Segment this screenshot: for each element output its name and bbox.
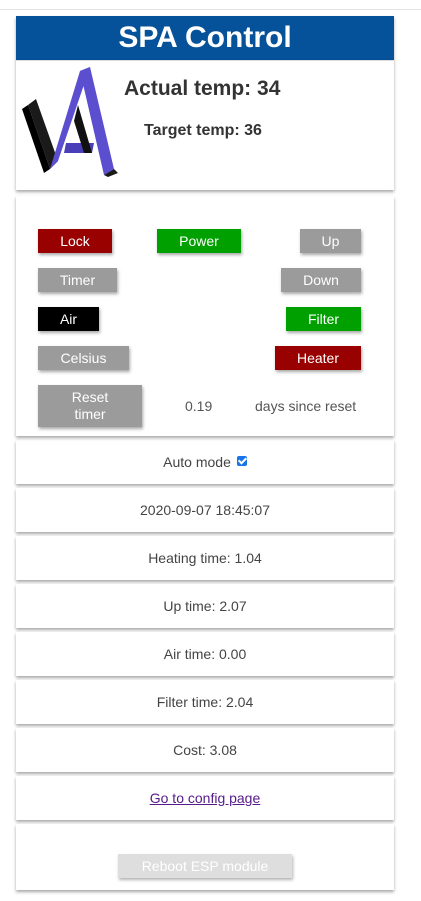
temperature-status: Actual temp: 34 Target temp: 36: [16, 60, 394, 190]
up-time-row: Up time: 2.07: [16, 584, 394, 628]
cost-text: Cost: 3.08: [173, 742, 237, 758]
config-page-link[interactable]: Go to config page: [150, 790, 261, 806]
page-title: SPA Control: [16, 16, 394, 60]
up-time-text: Up time: 2.07: [163, 598, 247, 614]
reset-days-caption: days since reset: [255, 398, 357, 414]
datetime-text: 2020-09-07 18:45:07: [140, 502, 270, 518]
auto-mode-checkbox[interactable]: [236, 456, 247, 467]
target-temp: Target temp: 36: [144, 122, 262, 139]
control-buttons: Lock Power Up Timer Down Air Filter Cels…: [16, 196, 394, 436]
heater-button[interactable]: Heater: [275, 346, 361, 370]
heating-time-text: Heating time: 1.04: [148, 550, 262, 566]
reset-timer-button[interactable]: Reset timer: [38, 385, 142, 427]
spa-panel: SPA Control Actual temp: 34 Target temp:…: [16, 16, 394, 890]
up-button[interactable]: Up: [300, 229, 361, 253]
datetime-row: 2020-09-07 18:45:07: [16, 488, 394, 532]
heating-time-row: Heating time: 1.04: [16, 536, 394, 580]
air-time-row: Air time: 0.00: [16, 632, 394, 676]
actual-temp: Actual temp: 34: [124, 77, 281, 100]
reboot-section: Reboot ESP module: [16, 824, 394, 890]
cost-row: Cost: 3.08: [16, 728, 394, 772]
auto-mode-row: Auto mode: [16, 440, 394, 484]
logo-icon: [22, 67, 118, 177]
filter-time-text: Filter time: 2.04: [156, 694, 254, 710]
reboot-button[interactable]: Reboot ESP module: [118, 854, 292, 878]
config-link-row: Go to config page: [16, 776, 394, 820]
top-divider: [0, 9, 421, 10]
lock-button[interactable]: Lock: [38, 229, 112, 253]
timer-button[interactable]: Timer: [38, 268, 117, 292]
celsius-button[interactable]: Celsius: [38, 346, 129, 370]
power-button[interactable]: Power: [157, 229, 241, 253]
air-time-text: Air time: 0.00: [163, 646, 247, 662]
down-button[interactable]: Down: [281, 268, 361, 292]
filter-time-row: Filter time: 2.04: [16, 680, 394, 724]
auto-mode-label: Auto mode: [163, 454, 231, 470]
reset-days-value: 0.19: [185, 398, 213, 414]
air-button[interactable]: Air: [38, 307, 99, 331]
filter-button[interactable]: Filter: [286, 307, 361, 331]
